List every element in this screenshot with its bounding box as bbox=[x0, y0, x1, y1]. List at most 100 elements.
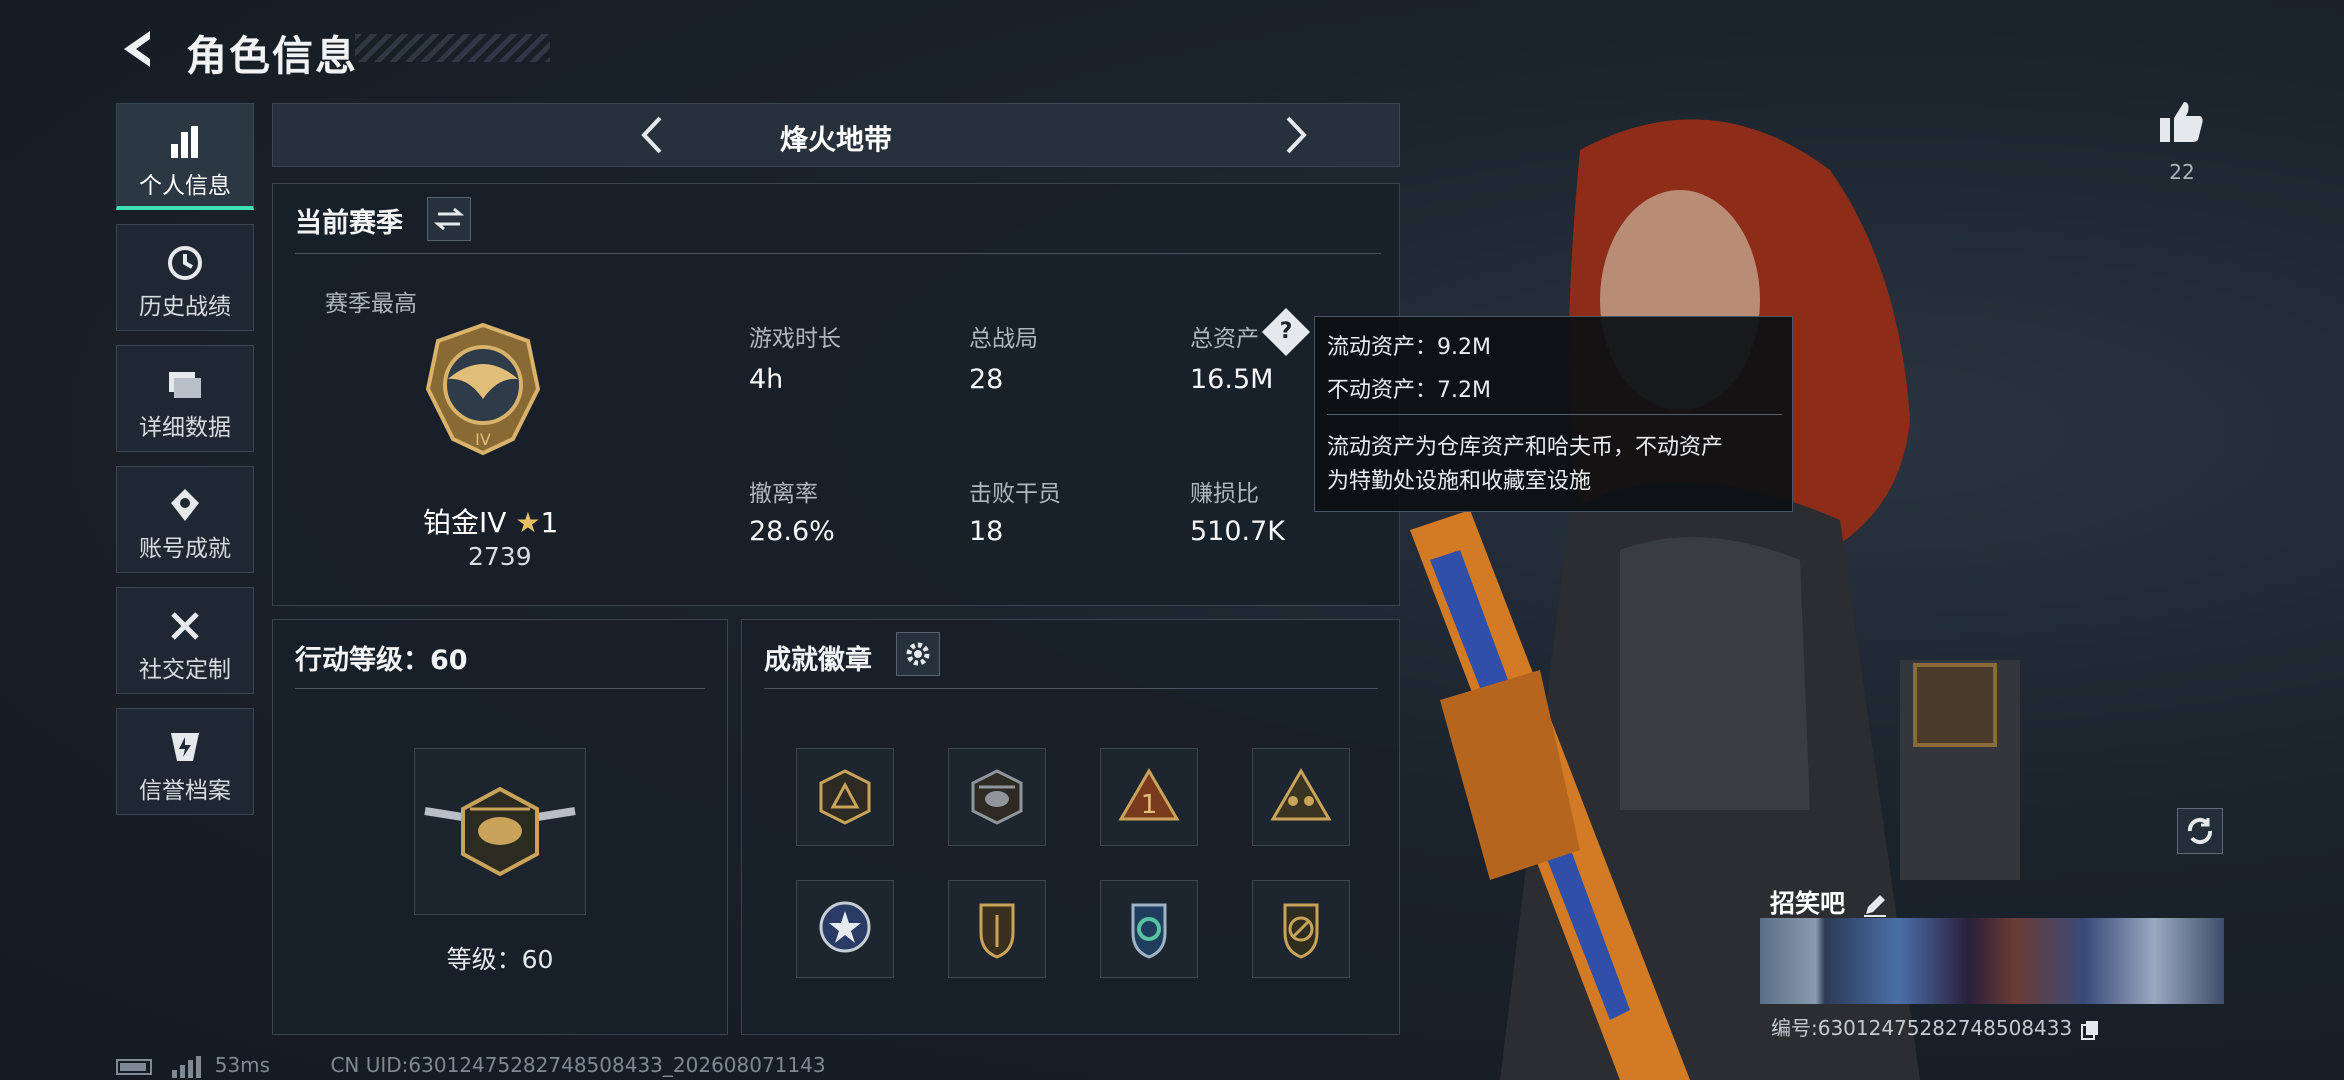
helicopter-badge-icon bbox=[971, 769, 1023, 825]
stat-value: 4h bbox=[749, 364, 784, 395]
star-badge-icon bbox=[819, 901, 871, 953]
stat-value: 510.7K bbox=[1190, 516, 1286, 547]
stat-value: 16.5M bbox=[1190, 364, 1274, 395]
number-one-badge-icon: 1 bbox=[1118, 768, 1180, 821]
stat-value: 28.6% bbox=[749, 516, 835, 547]
mode-name: 烽火地带 bbox=[779, 123, 892, 156]
stat-value: 28 bbox=[969, 364, 1004, 395]
sidebar-item-achievements[interactable]: 账号成就 bbox=[116, 466, 254, 573]
squad-badge-icon bbox=[1270, 768, 1332, 821]
action-level-panel: 行动等级：60 等级：60 bbox=[272, 619, 728, 1035]
serial-text: 编号:6301247528274850843​3 bbox=[1771, 1016, 2073, 1040]
helicopter-badge-icon bbox=[424, 786, 576, 877]
folder-icon bbox=[169, 372, 201, 398]
refresh-icon bbox=[2187, 817, 2213, 845]
achievement-badges-panel: 成就徽章 1 bbox=[741, 619, 1400, 1035]
level-text: 等级：60 bbox=[446, 945, 554, 974]
no-weapon-badge-icon bbox=[1283, 903, 1319, 959]
sidebar-item-label: 信誉档案 bbox=[139, 778, 231, 804]
achievement-badge[interactable] bbox=[1252, 748, 1350, 846]
thumbs-up-icon[interactable] bbox=[2156, 96, 2208, 148]
question-icon: ? bbox=[1279, 319, 1293, 344]
tools-icon bbox=[171, 612, 199, 640]
clock-icon bbox=[168, 246, 202, 280]
assets-tooltip: 流动资产：9.2M 不动资产：7.2M 流动资产为仓库资产和哈夫币，不动资产 为… bbox=[1314, 316, 1793, 512]
player-name-text: 招笑吧 bbox=[1770, 889, 1846, 918]
mode-selector: 烽火地带 bbox=[272, 103, 1400, 167]
sidebar-item-history[interactable]: 历史战绩 bbox=[116, 224, 254, 331]
status-footer: 53ms CN UID:6301247528274850843​3_202608… bbox=[116, 1053, 826, 1078]
tooltip-desc: 为特勤处设施和收藏室设施 bbox=[1327, 469, 1592, 494]
copy-icon[interactable] bbox=[2079, 1019, 2101, 1041]
divider bbox=[1327, 414, 1782, 415]
rank-score: 2739 bbox=[468, 542, 532, 571]
season-title: 当前赛季 bbox=[295, 208, 403, 239]
title-decoration bbox=[355, 34, 550, 62]
stat-label: 撤离率 bbox=[749, 481, 818, 507]
tooltip-fixed-assets: 不动资产：7.2M bbox=[1327, 378, 1491, 403]
achievement-badge[interactable] bbox=[948, 748, 1046, 846]
stat-label: 赚损比 bbox=[1190, 481, 1259, 507]
divider bbox=[764, 688, 1378, 689]
stat-value: 18 bbox=[969, 516, 1004, 547]
badge-settings-button[interactable] bbox=[896, 632, 940, 676]
battery-icon bbox=[116, 1058, 152, 1075]
sidebar-item-details[interactable]: 详细数据 bbox=[116, 345, 254, 452]
uid-text: CN UID:6301247528274850843​3_20260807114… bbox=[330, 1053, 826, 1077]
achievement-badge[interactable] bbox=[1100, 880, 1198, 978]
sidebar-item-label: 详细数据 bbox=[139, 415, 231, 441]
achievement-badge[interactable] bbox=[796, 748, 894, 846]
rank-emblem-icon: IV bbox=[425, 322, 541, 456]
svg-text:1: 1 bbox=[1141, 790, 1158, 820]
switch-season-button[interactable] bbox=[427, 197, 471, 241]
season-panel: 当前赛季 赛季最高 IV 铂金IV ★1 2739 游戏时长 4h 总战局 28… bbox=[272, 183, 1400, 606]
serial-number: 编号:6301247528274850843​3 bbox=[1771, 1012, 2101, 1041]
sidebar-item-personal-info[interactable]: 个人信息 bbox=[116, 103, 254, 210]
refresh-button[interactable] bbox=[2177, 808, 2223, 854]
edit-pencil-icon[interactable] bbox=[1862, 892, 1888, 918]
tooltip-liquid-assets: 流动资产：9.2M bbox=[1327, 335, 1491, 360]
like-count: 22 bbox=[2169, 160, 2195, 184]
asset-help-button[interactable]: ? bbox=[1261, 307, 1311, 357]
swirl-badge-icon bbox=[1131, 903, 1167, 959]
stat-label: 总战局 bbox=[969, 326, 1038, 352]
divider bbox=[295, 688, 705, 689]
sidebar-item-credit[interactable]: 信誉档案 bbox=[116, 708, 254, 815]
back-arrow-icon[interactable] bbox=[116, 26, 162, 72]
name-card[interactable]: 招笑吧 bbox=[1760, 876, 2224, 1006]
name-card-banner bbox=[1760, 918, 2224, 1004]
gear-icon bbox=[906, 642, 930, 666]
achievement-badge[interactable] bbox=[948, 880, 1046, 978]
player-name: 招笑吧 bbox=[1770, 884, 1888, 920]
page-title: 角色信息 bbox=[186, 32, 358, 80]
divider bbox=[295, 253, 1381, 254]
shield-badge-icon bbox=[979, 903, 1015, 959]
swap-icon bbox=[433, 207, 465, 231]
stat-label: 击败干员 bbox=[969, 481, 1061, 507]
achievement-badge[interactable] bbox=[1252, 880, 1350, 978]
header: 角色信息 bbox=[0, 0, 1000, 95]
tooltip-desc: 流动资产为仓库资产和哈夫币，不动资产 bbox=[1327, 435, 1724, 460]
level-badge-frame bbox=[414, 748, 586, 915]
ping-value: 53ms bbox=[214, 1053, 271, 1077]
triangle-badge-icon bbox=[819, 769, 871, 825]
sidebar-item-label: 账号成就 bbox=[139, 536, 231, 562]
signal-icon bbox=[172, 1055, 202, 1078]
sidebar-item-label: 个人信息 bbox=[139, 173, 231, 199]
stat-label: 总资产 bbox=[1190, 326, 1259, 352]
rank-name-text: 铂金IV bbox=[423, 506, 507, 539]
stat-label: 游戏时长 bbox=[749, 326, 841, 352]
star-icon: ★ bbox=[515, 506, 541, 539]
svg-text:IV: IV bbox=[475, 430, 491, 449]
rank-name: 铂金IV ★1 bbox=[423, 501, 558, 541]
sidebar-item-label: 社交定制 bbox=[139, 657, 231, 683]
chevron-right-icon[interactable] bbox=[1272, 112, 1318, 158]
shield-icon bbox=[171, 733, 199, 761]
achievement-badge[interactable] bbox=[796, 880, 894, 978]
achievement-badge[interactable]: 1 bbox=[1100, 748, 1198, 846]
season-best-label: 赛季最高 bbox=[325, 291, 417, 317]
action-level-title: 行动等级：60 bbox=[295, 645, 468, 676]
sidebar-item-social[interactable]: 社交定制 bbox=[116, 587, 254, 694]
bar-chart-icon bbox=[171, 126, 198, 158]
rank-stars: 1 bbox=[540, 506, 559, 539]
